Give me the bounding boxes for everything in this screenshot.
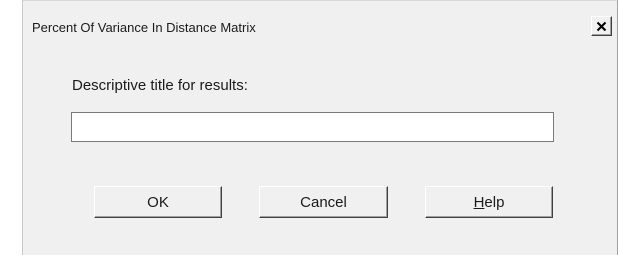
ok-button[interactable]: OK [94,186,222,218]
title-input[interactable] [71,112,554,142]
close-icon [596,21,607,31]
title-field-label: Descriptive title for results: [72,77,248,94]
close-button[interactable] [591,16,612,36]
help-button-label: Help [474,194,505,211]
cancel-button-label: Cancel [300,193,347,211]
window-title: Percent Of Variance In Distance Matrix [32,20,256,35]
dialog-window: Percent Of Variance In Distance Matrix D… [22,0,618,255]
help-mnemonic: H [473,193,485,211]
ok-button-label: OK [147,193,169,211]
cancel-button[interactable]: Cancel [259,186,388,218]
help-label-rest: elp [484,193,505,211]
help-button[interactable]: Help [425,186,553,218]
